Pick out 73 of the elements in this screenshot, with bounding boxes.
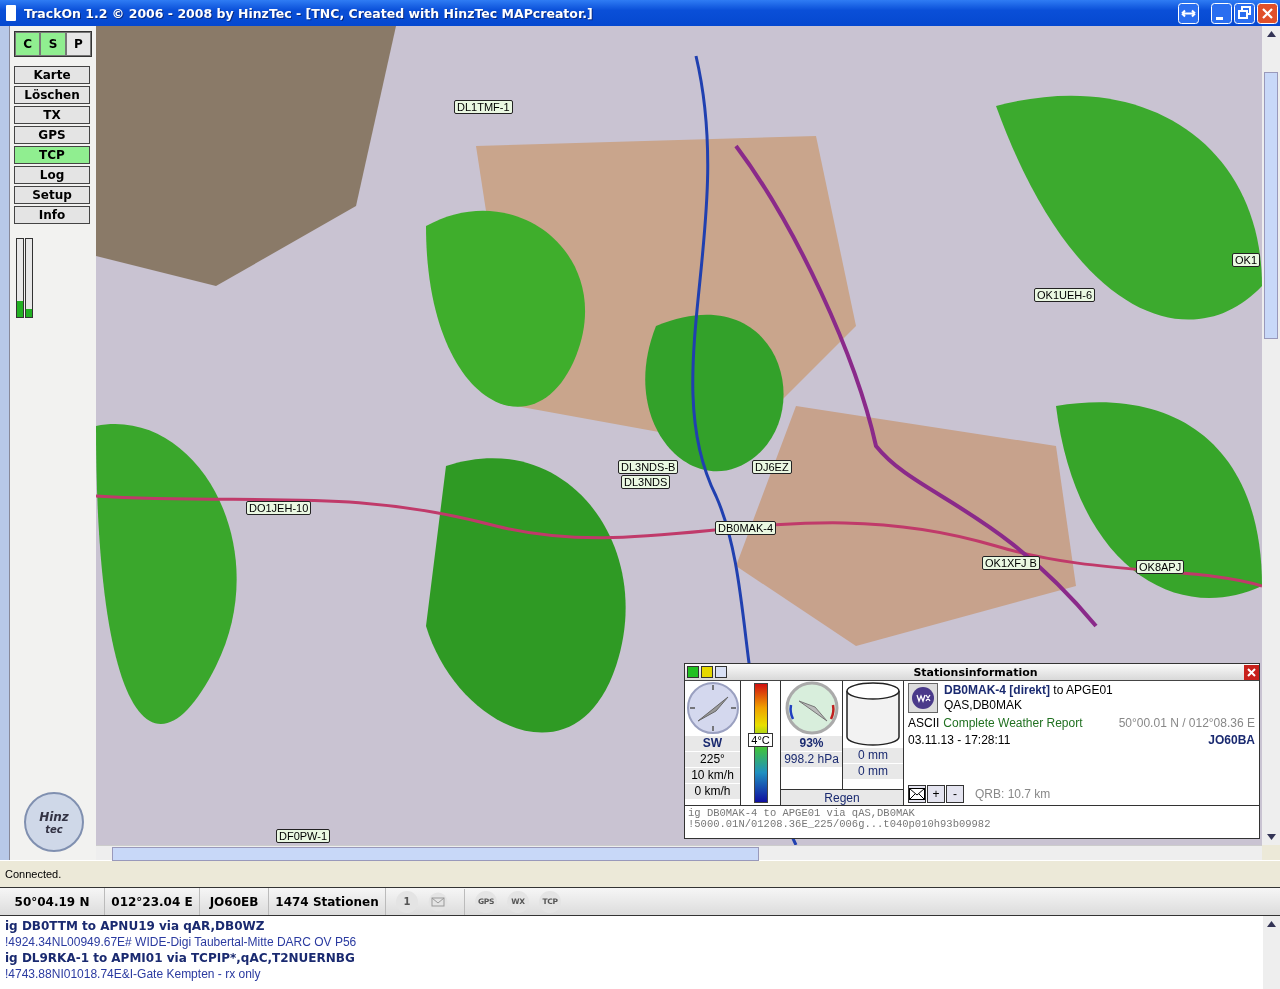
scroll-up-icon[interactable] (1267, 921, 1276, 927)
wind-gust: 0 km/h (685, 784, 740, 799)
path-text: QAS,DB0MAK (944, 698, 1024, 713)
station-callsign: DB0MAK-4 [direkt] (944, 683, 1050, 697)
weather-station-icon (908, 683, 938, 713)
raw-packet-text: ig DB0MAK-4 to APGE01 via qAS,DB0MAK !5000.01N/01208.36E_225/006g...t040p010h93b09982 (687, 806, 992, 832)
status-indicator: 1 (396, 890, 418, 913)
resize-icon[interactable] (1178, 2, 1199, 24)
station-label[interactable]: DL3NDS (621, 475, 671, 489)
log-line: !4924.34NL00949.67E# WIDE-Digi Taubertal-Mitte DARC OV P56 (5, 934, 358, 950)
vertical-scrollbar[interactable] (1262, 26, 1280, 845)
station-label[interactable]: DO1JEH-10 (246, 501, 312, 515)
window-color-icon[interactable] (715, 666, 727, 678)
horizontal-scrollbar[interactable] (96, 845, 1262, 860)
station-label[interactable]: DL3NDS-B (618, 460, 679, 474)
sidebar-button[interactable]: TX (14, 106, 90, 124)
scroll-up-icon[interactable] (1266, 31, 1276, 37)
sidebar-button[interactable]: Karte (14, 66, 90, 84)
destination-text: to APGE01 (1053, 683, 1113, 697)
station-label[interactable]: DB0MAK-4 (715, 521, 777, 535)
position-text: 50°00.01 N / 012°08.36 E (1118, 716, 1255, 730)
log-line: !4743.88NI01018.74E&I-Gate Kempten - rx only (5, 966, 262, 982)
wind-speed: 10 km/h (685, 768, 740, 783)
message-button[interactable] (908, 785, 926, 803)
envelope-icon (909, 788, 925, 800)
mode-button[interactable]: P (65, 32, 91, 56)
compass-icon (685, 681, 740, 735)
vertical-scrollbar[interactable] (1263, 916, 1280, 989)
mode-button[interactable]: C (15, 32, 41, 56)
comment-text: Complete Weather Report (943, 716, 1083, 730)
sidebar-button[interactable]: Log (14, 166, 90, 184)
humidity-gauge-icon (784, 681, 839, 735)
scroll-down-icon[interactable] (1266, 834, 1276, 840)
station-label[interactable]: OK1UEH-6 (1034, 288, 1096, 302)
window-title: TrackOn 1.2 © 2006 - 2008 by HinzTec - [TNC, Created with HinzTec MAPcreator.] (24, 5, 593, 21)
maximize-icon[interactable] (1234, 2, 1255, 24)
temperature-value: 4°C (748, 733, 773, 747)
close-icon[interactable] (1257, 2, 1278, 24)
sidebar-button[interactable]: GPS (14, 126, 90, 144)
zoom-out-button[interactable]: - (946, 785, 964, 803)
logo-icon: Hinz tec (24, 792, 84, 852)
station-label[interactable]: OK1 (1232, 253, 1260, 267)
app-icon (6, 5, 16, 21)
mode-button[interactable]: S (40, 32, 66, 56)
wind-direction: SW (685, 736, 740, 751)
wind-degrees: 225° (685, 752, 740, 767)
rain-cylinder-icon (845, 681, 901, 747)
sidebar-button[interactable]: Info (14, 206, 90, 224)
locator-text: JO60BA (1208, 733, 1255, 747)
station-label[interactable]: OK1XFJ B (982, 556, 1040, 570)
station-label[interactable]: DL1TMF-1 (454, 100, 513, 114)
minimize-icon[interactable] (1211, 2, 1232, 24)
window-color-icon[interactable] (687, 666, 699, 678)
close-icon[interactable] (1244, 664, 1259, 680)
zoom-in-button[interactable]: + (927, 785, 945, 803)
window-color-icon[interactable] (701, 666, 713, 678)
sidebar-button[interactable]: TCP (14, 146, 90, 164)
pressure-value: 998.2 hPa (781, 752, 842, 767)
log-line: ig DL9RKA-1 to APMI01 via TCPIP*,qAC,T2NUERNBG (5, 950, 356, 966)
distance-text: QRB: 10.7 km (975, 787, 1051, 801)
rain-value: 0 mm (843, 764, 903, 779)
humidity-value: 93% (781, 736, 842, 751)
station-label[interactable]: DF0PW-1 (276, 829, 331, 843)
rain-value: 0 mm (843, 748, 903, 763)
station-label[interactable]: DJ6EZ (752, 460, 792, 474)
sidebar-button[interactable]: Löschen (14, 86, 90, 104)
panel-title: Stationsinformation (912, 665, 1039, 679)
format-text: ASCII (908, 716, 940, 730)
station-label[interactable]: OK8APJ (1136, 560, 1185, 574)
rain-label: Regen (781, 789, 903, 805)
sidebar-button[interactable]: Setup (14, 186, 90, 204)
log-line: ig DB0TTM to APNU19 via qAR,DB0WZ (5, 918, 266, 934)
time-text: 03.11.13 - 17:28:11 (908, 733, 1011, 747)
